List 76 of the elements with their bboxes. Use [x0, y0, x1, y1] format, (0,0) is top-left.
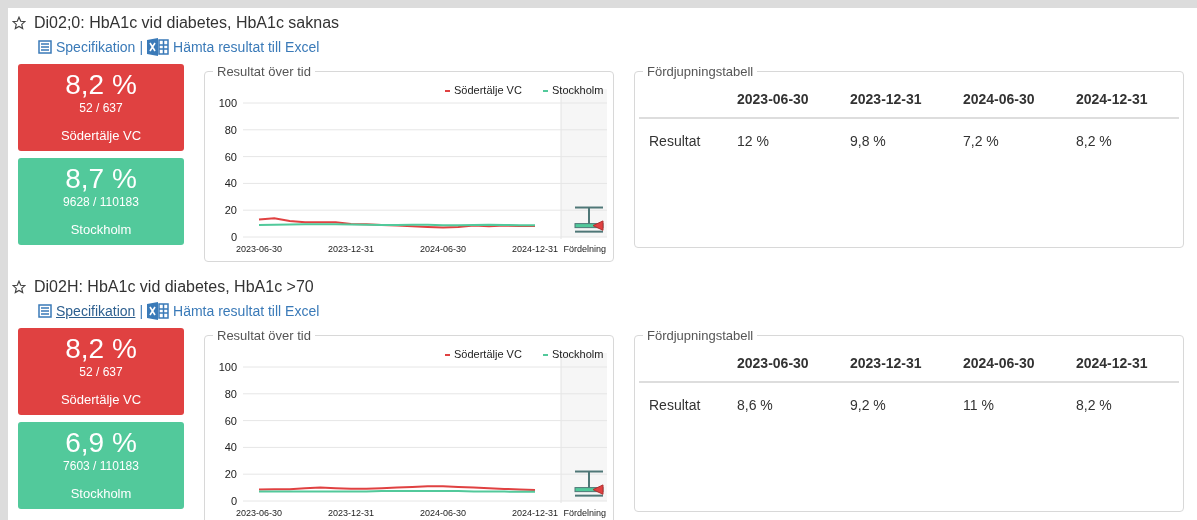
- column-header: 2024-06-30: [952, 81, 1066, 118]
- y-tick-label: 80: [224, 123, 237, 136]
- table-cell: 8,6 %: [727, 382, 840, 427]
- y-tick-label: 20: [224, 468, 237, 481]
- result-fraction: 52 / 637: [79, 365, 123, 379]
- x-tick-label: 2023-12-31: [328, 244, 374, 254]
- link-separator: |: [139, 39, 144, 55]
- unit-name: Södertälje VC: [60, 392, 142, 407]
- x-tick-label: 2024-12-31: [512, 244, 558, 254]
- star-icon[interactable]: [12, 16, 26, 30]
- excel-link[interactable]: Hämta resultat till Excel: [147, 302, 320, 320]
- result-fraction: 9628 / 110183: [63, 195, 139, 209]
- y-tick-label: 80: [224, 387, 237, 400]
- legend-label[interactable]: Södertälje VC: [454, 348, 522, 360]
- y-tick-label: 60: [224, 150, 237, 163]
- table-cell: 7,2 %: [952, 118, 1066, 163]
- row-label: Resultat: [639, 118, 727, 163]
- column-header: 2023-12-31: [840, 81, 953, 118]
- column-header: 2024-12-31: [1065, 345, 1179, 382]
- star-icon[interactable]: [12, 280, 26, 294]
- excel-link[interactable]: Hämta resultat till Excel: [147, 38, 320, 56]
- result-value: 8,7 %: [65, 164, 137, 194]
- panel-title: Fördjupningstabell: [646, 64, 755, 79]
- column-header: 2023-06-30: [727, 81, 840, 118]
- table-cell: 11 %: [952, 382, 1066, 427]
- y-tick-label: 40: [224, 441, 237, 454]
- panel-title: Resultat över tid: [216, 64, 312, 79]
- y-tick-label: 0: [230, 495, 237, 507]
- y-tick-label: 100: [218, 97, 237, 109]
- distribution-drawing: [574, 470, 604, 497]
- y-tick-label: 60: [224, 414, 237, 427]
- unit-name: Stockholm: [70, 222, 132, 237]
- result-fraction: 7603 / 110183: [63, 459, 139, 473]
- x-tick-label: 2023-06-30: [236, 244, 282, 254]
- x-tick-label: 2023-12-31: [328, 508, 374, 518]
- unit-name: Södertälje VC: [60, 128, 142, 143]
- section-title: Di02H: HbA1c vid diabetes, HbA1c >70: [34, 278, 314, 296]
- result-value: 6,9 %: [65, 428, 137, 458]
- y-tick-label: 20: [224, 204, 237, 217]
- legend-label[interactable]: Stockholm: [552, 84, 604, 96]
- legend-label[interactable]: Stockholm: [552, 348, 604, 360]
- x-tick-label: Fördelning: [563, 244, 606, 254]
- legend-label[interactable]: Södertälje VC: [454, 84, 522, 96]
- x-tick-label: 2024-06-30: [420, 244, 466, 254]
- row-label: Resultat: [639, 382, 727, 427]
- x-tick-label: 2024-12-31: [512, 508, 558, 518]
- y-tick-label: 100: [218, 361, 237, 373]
- spreadsheet-icon: [147, 38, 170, 56]
- y-tick-label: 0: [230, 231, 237, 243]
- section-title: Di02;0: HbA1c vid diabetes, HbA1c saknas: [34, 14, 340, 32]
- result-fraction: 52 / 637: [79, 101, 123, 115]
- specification-link[interactable]: Specifikation: [38, 303, 136, 319]
- column-header: 2024-12-31: [1065, 81, 1179, 118]
- result-value: 8,2 %: [65, 334, 137, 364]
- table-cell: 9,2 %: [840, 382, 953, 427]
- table-cell: 12 %: [727, 118, 840, 163]
- panel-title: Fördjupningstabell: [646, 328, 755, 343]
- spreadsheet-icon: [147, 302, 170, 320]
- list-icon: [38, 304, 52, 318]
- table-cell: 9,8 %: [840, 118, 953, 163]
- list-icon: [38, 40, 52, 54]
- unit-name: Stockholm: [70, 486, 132, 501]
- x-tick-label: 2023-06-30: [236, 508, 282, 518]
- result-value: 8,2 %: [65, 70, 137, 100]
- link-separator: |: [139, 303, 144, 319]
- x-tick-label: 2024-06-30: [420, 508, 466, 518]
- x-tick-label: Fördelning: [563, 508, 606, 518]
- column-header: 2023-06-30: [727, 345, 840, 382]
- y-tick-label: 40: [224, 177, 237, 190]
- table-cell: 8,2 %: [1065, 118, 1179, 163]
- column-header: 2023-12-31: [840, 345, 953, 382]
- panel-title: Resultat över tid: [216, 328, 312, 343]
- column-header: 2024-06-30: [952, 345, 1066, 382]
- table-cell: 8,2 %: [1065, 382, 1179, 427]
- specification-link[interactable]: Specifikation: [38, 39, 136, 55]
- distribution-drawing: [574, 206, 604, 233]
